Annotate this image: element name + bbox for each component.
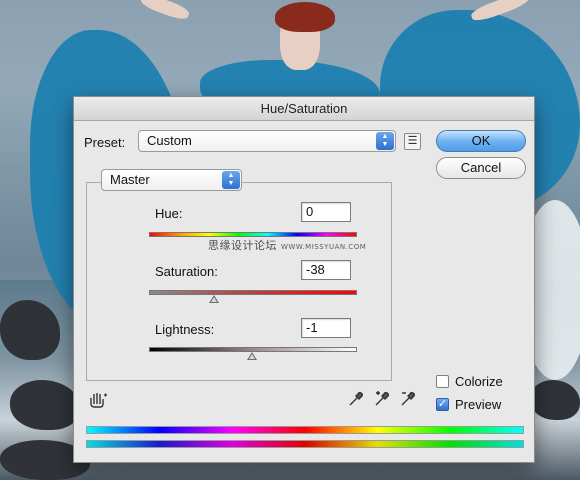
preview-label[interactable]: Preview — [455, 397, 501, 412]
dialog-title[interactable]: Hue/Saturation — [74, 97, 534, 121]
channel-select[interactable]: Master ▲ ▼ — [101, 169, 242, 191]
colorize-label[interactable]: Colorize — [455, 374, 503, 389]
input-color-spectrum — [86, 426, 524, 434]
ok-button[interactable]: OK — [436, 130, 526, 152]
channel-value: Master — [110, 172, 150, 187]
saturation-label: Saturation: — [155, 264, 218, 279]
hand-adjust-icon[interactable] — [88, 391, 108, 409]
watermark-text: 思缘设计论坛 — [208, 239, 277, 252]
model-hair — [275, 2, 335, 32]
eyedropper-minus-icon[interactable] — [399, 390, 417, 408]
select-arrows-icon: ▲ ▼ — [376, 132, 394, 150]
lightness-input[interactable]: -1 — [301, 318, 351, 338]
select-arrows-icon: ▲ ▼ — [222, 171, 240, 189]
watermark-url: WWW.MISSYUAN.COM — [281, 243, 367, 251]
colorize-checkbox[interactable] — [436, 375, 449, 388]
preset-label: Preset: — [84, 135, 126, 150]
model-left-arm — [139, 0, 191, 23]
saturation-slider-thumb[interactable] — [209, 295, 219, 303]
hue-label: Hue: — [155, 206, 183, 221]
output-color-spectrum — [86, 440, 524, 448]
preset-select[interactable]: Custom ▲ ▼ — [138, 130, 396, 152]
eyedropper-icon[interactable] — [347, 390, 365, 408]
hue-input[interactable]: 0 — [301, 202, 351, 222]
cancel-button[interactable]: Cancel — [436, 157, 526, 179]
lightness-slider-thumb[interactable] — [247, 352, 257, 360]
list-options-icon[interactable]: ☰ — [404, 133, 421, 150]
preset-value: Custom — [147, 133, 192, 148]
rock — [530, 380, 580, 420]
eyedropper-plus-icon[interactable] — [373, 390, 391, 408]
saturation-input[interactable]: -38 — [301, 260, 351, 280]
hue-saturation-dialog: Hue/Saturation Preset: Custom ▲ ▼ ☰ OK Ca… — [73, 96, 535, 463]
preview-checkbox[interactable]: ✓ — [436, 398, 449, 411]
saturation-slider-track[interactable] — [149, 290, 357, 295]
watermark: 思缘设计论坛 WWW.MISSYUAN.COM — [208, 237, 366, 253]
lightness-label: Lightness: — [155, 322, 215, 337]
